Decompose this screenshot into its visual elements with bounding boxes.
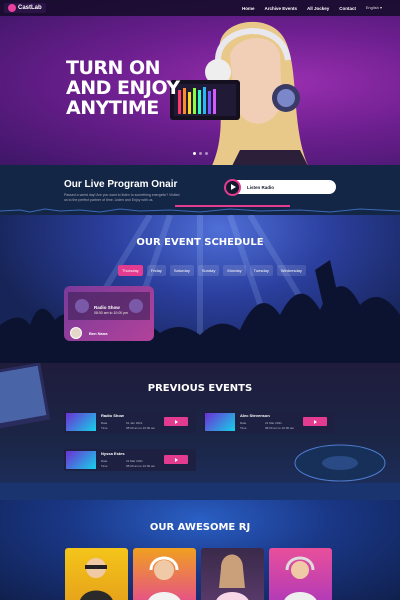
hero-dj-image <box>170 22 308 165</box>
nav-item-home[interactable]: Home <box>242 6 255 11</box>
hero-title-line: AND ENJOY <box>66 77 180 99</box>
schedule-day-tabs: Thursday Friday Saturday Sunday Monday T… <box>118 265 306 276</box>
time-label: Time <box>101 464 108 468</box>
top-navigation: CastLab Home Archive Events All Jockey C… <box>0 0 400 16</box>
tab-wednesday[interactable]: Wednesday <box>276 265 306 276</box>
rj-photo <box>80 558 113 600</box>
hero-title-line: TURN ON <box>66 57 161 79</box>
play-icon <box>224 178 241 196</box>
hero-banner: TURN ON AND ENJOY ANYTIME <box>0 0 400 165</box>
awesome-rj-section: OUR AWESOME RJ <box>0 500 400 600</box>
live-program-section: Our Live Program Onair Passed a weird da… <box>0 165 400 215</box>
slider-dot[interactable] <box>199 152 202 155</box>
date-label: Date <box>240 421 247 425</box>
rj-card[interactable] <box>133 548 196 600</box>
previous-events-title: PREVIOUS EVENTS <box>147 383 253 394</box>
audio-waveform <box>0 205 400 213</box>
tab-saturday[interactable]: Saturday <box>169 265 194 276</box>
previous-event-card[interactable]: Alec Stevenson Date 21 Mar 2021 Time 08:… <box>203 411 335 433</box>
event-title: Radio Show <box>101 413 124 418</box>
tab-tuesday[interactable]: Tuesday <box>249 265 273 276</box>
logo-icon <box>8 4 16 12</box>
hero-slider-dots <box>193 152 208 155</box>
nav-menu: Home Archive Events All Jockey Contact <box>242 6 356 11</box>
listen-radio-button[interactable]: Listen Radio <box>224 178 336 196</box>
event-time: 08:00 am to 10:00 pm <box>94 311 129 315</box>
nav-item-all-jockey[interactable]: All Jockey <box>307 6 329 11</box>
host-avatar <box>70 327 82 339</box>
brand-logo[interactable]: CastLab <box>4 3 46 13</box>
event-date: 21 Mar 2021 <box>126 459 143 463</box>
event-date: 21 Mar 2021 <box>265 421 282 425</box>
rj-photo <box>148 556 181 600</box>
live-description: Passed a weird day! Are you want to list… <box>64 193 180 202</box>
date-label: Date <box>101 421 108 425</box>
play-icon <box>174 457 178 462</box>
play-event-button[interactable] <box>164 455 188 464</box>
event-time: 08:00 am to 10:00 am <box>265 426 295 430</box>
event-title: Nyssa Estes <box>101 451 125 456</box>
tab-sunday[interactable]: Sunday <box>197 265 220 276</box>
event-schedule-section: OUR EVENT SCHEDULE Thursday Friday Satur… <box>0 215 400 363</box>
nav-item-contact[interactable]: Contact <box>339 6 356 11</box>
live-title: Our Live Program Onair <box>64 179 178 190</box>
event-thumbnail <box>205 413 235 431</box>
rj-card[interactable] <box>201 548 264 600</box>
play-icon <box>174 419 178 424</box>
play-icon <box>313 419 317 424</box>
brand-name: CastLab <box>18 5 42 11</box>
event-time: 08:00 am to 10:00 am <box>126 464 156 468</box>
rj-card[interactable] <box>269 548 332 600</box>
hero-title: TURN ON AND ENJOY ANYTIME <box>66 58 180 118</box>
listen-radio-label: Listen Radio <box>247 184 275 190</box>
date-label: Date <box>101 459 108 463</box>
tab-friday[interactable]: Friday <box>146 265 166 276</box>
previous-events-section: PREVIOUS EVENTS Radio Show Date 01 Jan 2… <box>0 363 400 500</box>
previous-event-card[interactable]: Radio Show Date 01 Jan 2021 Time 08:00 a… <box>64 411 196 433</box>
event-title: Radio Show <box>94 305 120 310</box>
previous-event-card[interactable]: Nyssa Estes Date 21 Mar 2021 Time 08:00 … <box>64 449 196 471</box>
event-thumbnail <box>66 451 96 469</box>
language-label: English <box>365 5 379 10</box>
schedule-event-card[interactable]: Radio Show 08:00 am to 10:00 pm Ben Nana <box>64 286 154 341</box>
language-select[interactable]: English ▾ <box>366 5 382 10</box>
slider-dot[interactable] <box>205 152 208 155</box>
event-host: Ben Nana <box>89 331 108 336</box>
event-title: Alec Stevenson <box>240 413 270 418</box>
tab-monday[interactable]: Monday <box>223 265 246 276</box>
play-event-button[interactable] <box>303 417 327 426</box>
tab-thursday[interactable]: Thursday <box>118 265 143 276</box>
time-label: Time <box>101 426 108 430</box>
event-time: 08:00 am to 10:00 am <box>126 426 156 430</box>
rj-title: OUR AWESOME RJ <box>149 522 251 533</box>
rj-photo <box>284 556 317 600</box>
schedule-title: OUR EVENT SCHEDULE <box>136 237 264 248</box>
rj-card[interactable] <box>65 548 128 600</box>
hero-title-line: ANYTIME <box>66 97 159 119</box>
nav-item-archive-events[interactable]: Archive Events <box>264 6 297 11</box>
event-date: 01 Jan 2021 <box>126 421 143 425</box>
event-thumbnail <box>66 413 96 431</box>
play-event-button[interactable] <box>164 417 188 426</box>
rj-photo <box>216 554 249 600</box>
slider-dot[interactable] <box>193 152 196 155</box>
time-label: Time <box>240 426 247 430</box>
